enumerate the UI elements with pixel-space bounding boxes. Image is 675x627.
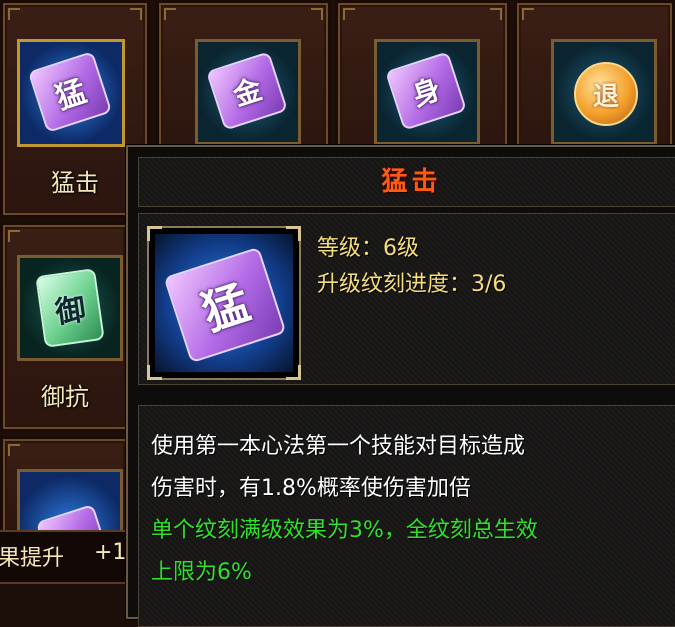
frame-corner — [8, 230, 20, 242]
tooltip-info-panel: 猛 等级：6级 升级纹刻进度：3/6 — [138, 213, 675, 385]
skill-slot[interactable]: 退 — [514, 0, 675, 160]
skill-slot[interactable] — [0, 436, 130, 571]
skill-icon-frame: 金 — [195, 39, 301, 145]
skill-slot[interactable]: 金 — [156, 0, 331, 160]
frame-corner — [343, 8, 355, 20]
skill-tooltip: 猛击 猛 等级：6级 升级纹刻进度：3/6 使用第一本心法第一个技能对目标造成 … — [126, 145, 675, 627]
frame-corner — [522, 8, 534, 20]
skill-icon-frame: 身 — [374, 39, 480, 145]
frame-corner — [311, 8, 323, 20]
frame-corner — [8, 8, 20, 20]
skill-slot[interactable]: 身 — [335, 0, 510, 160]
bonus-value: +1 — [94, 540, 127, 565]
skill-level: 等级：6级 — [317, 236, 419, 261]
tooltip-icon-frame: 猛 — [147, 226, 301, 380]
tooltip-header: 猛击 — [138, 157, 675, 207]
skill-icon-frame — [17, 469, 123, 571]
skill-icon-frame: 猛 — [17, 39, 125, 147]
tooltip-description-panel: 使用第一本心法第一个技能对目标造成 伤害时，有1.8%概率使伤害加倍 单个纹刻满… — [138, 405, 675, 627]
bonus-label: 果提升 — [0, 546, 65, 571]
skill-label: 御抗 — [41, 383, 89, 411]
bonus-line: 单个纹刻满级效果为3%，全纹刻总生效 — [151, 518, 538, 543]
attribute-bonus-row: 果提升 +1 — [0, 530, 140, 584]
tooltip-title: 猛击 — [381, 167, 442, 197]
mengji-large-icon: 猛 — [163, 246, 287, 364]
skill-slot-yukang[interactable]: 御 御抗 — [0, 222, 130, 432]
frame-corner — [164, 8, 176, 20]
tooltip-icon-background: 猛 — [155, 234, 293, 372]
frame-corner — [490, 8, 502, 20]
tui-skill-icon: 退 — [574, 62, 638, 126]
bonus-line: 上限为6% — [151, 560, 252, 585]
engrave-progress: 升级纹刻进度：3/6 — [317, 272, 507, 297]
description-line: 使用第一本心法第一个技能对目标造成 — [151, 434, 526, 459]
skill-icon-frame: 退 — [551, 39, 657, 145]
description-line: 伤害时，有1.8%概率使伤害加倍 — [151, 476, 471, 501]
yukang-skill-icon: 御 — [35, 268, 105, 348]
frame-corner — [8, 444, 20, 456]
skill-icon-frame: 御 — [17, 255, 123, 361]
frame-corner — [130, 8, 142, 20]
